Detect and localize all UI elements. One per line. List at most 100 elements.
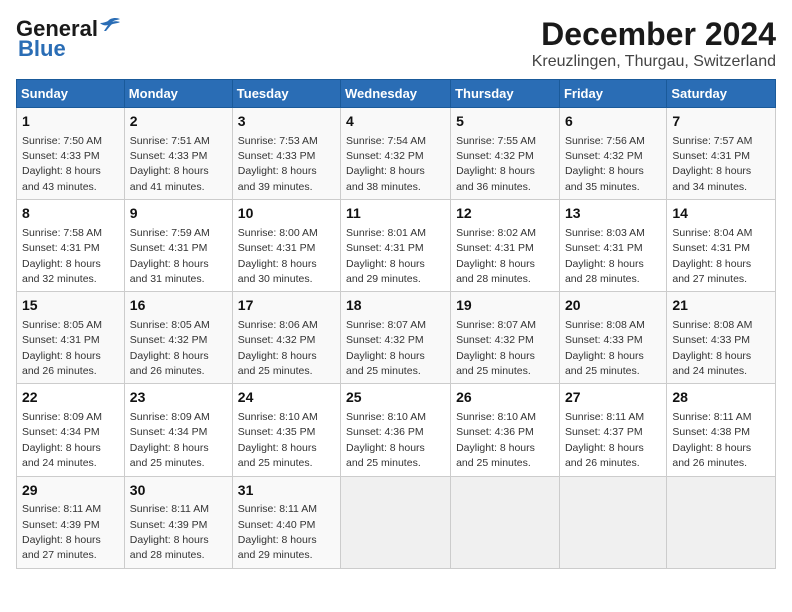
day-detail: Sunrise: 8:06 AM Sunset: 4:32 PM Dayligh… [238,319,318,377]
calendar-cell: 18 Sunrise: 8:07 AM Sunset: 4:32 PM Dayl… [341,292,451,384]
header-wednesday: Wednesday [341,80,451,108]
day-detail: Sunrise: 8:04 AM Sunset: 4:31 PM Dayligh… [672,227,752,285]
calendar-cell: 24 Sunrise: 8:10 AM Sunset: 4:35 PM Dayl… [232,384,340,476]
calendar-cell: 4 Sunrise: 7:54 AM Sunset: 4:32 PM Dayli… [341,108,451,200]
calendar-cell: 30 Sunrise: 8:11 AM Sunset: 4:39 PM Dayl… [124,476,232,568]
calendar-cell: 20 Sunrise: 8:08 AM Sunset: 4:33 PM Dayl… [559,292,666,384]
calendar-cell: 27 Sunrise: 8:11 AM Sunset: 4:37 PM Dayl… [559,384,666,476]
calendar-week-row: 15 Sunrise: 8:05 AM Sunset: 4:31 PM Dayl… [17,292,776,384]
calendar-cell: 5 Sunrise: 7:55 AM Sunset: 4:32 PM Dayli… [451,108,560,200]
day-number: 9 [130,204,227,224]
calendar-week-row: 29 Sunrise: 8:11 AM Sunset: 4:39 PM Dayl… [17,476,776,568]
day-number: 3 [238,112,335,132]
calendar-header-row: SundayMondayTuesdayWednesdayThursdayFrid… [17,80,776,108]
day-number: 14 [672,204,770,224]
day-number: 4 [346,112,445,132]
day-detail: Sunrise: 7:59 AM Sunset: 4:31 PM Dayligh… [130,227,210,285]
day-number: 17 [238,296,335,316]
day-detail: Sunrise: 8:07 AM Sunset: 4:32 PM Dayligh… [346,319,426,377]
logo: General Blue [16,16,122,62]
day-detail: Sunrise: 7:58 AM Sunset: 4:31 PM Dayligh… [22,227,102,285]
calendar-cell: 2 Sunrise: 7:51 AM Sunset: 4:33 PM Dayli… [124,108,232,200]
page-title: December 2024 [532,16,776,53]
day-detail: Sunrise: 8:00 AM Sunset: 4:31 PM Dayligh… [238,227,318,285]
day-number: 1 [22,112,119,132]
day-detail: Sunrise: 8:11 AM Sunset: 4:37 PM Dayligh… [565,411,644,469]
day-number: 7 [672,112,770,132]
day-number: 26 [456,388,554,408]
calendar-cell: 11 Sunrise: 8:01 AM Sunset: 4:31 PM Dayl… [341,200,451,292]
calendar-cell [451,476,560,568]
day-detail: Sunrise: 8:02 AM Sunset: 4:31 PM Dayligh… [456,227,536,285]
calendar-cell: 7 Sunrise: 7:57 AM Sunset: 4:31 PM Dayli… [667,108,776,200]
day-detail: Sunrise: 8:11 AM Sunset: 4:39 PM Dayligh… [130,503,209,561]
day-detail: Sunrise: 7:51 AM Sunset: 4:33 PM Dayligh… [130,135,210,193]
day-detail: Sunrise: 8:07 AM Sunset: 4:32 PM Dayligh… [456,319,536,377]
calendar-cell: 6 Sunrise: 7:56 AM Sunset: 4:32 PM Dayli… [559,108,666,200]
calendar-cell: 10 Sunrise: 8:00 AM Sunset: 4:31 PM Dayl… [232,200,340,292]
day-number: 18 [346,296,445,316]
page-header: General Blue December 2024 Kreuzlingen, … [16,16,776,71]
day-detail: Sunrise: 8:10 AM Sunset: 4:35 PM Dayligh… [238,411,318,469]
day-detail: Sunrise: 7:57 AM Sunset: 4:31 PM Dayligh… [672,135,752,193]
calendar-cell: 21 Sunrise: 8:08 AM Sunset: 4:33 PM Dayl… [667,292,776,384]
title-block: December 2024 Kreuzlingen, Thurgau, Swit… [532,16,776,71]
day-detail: Sunrise: 8:10 AM Sunset: 4:36 PM Dayligh… [456,411,536,469]
day-number: 8 [22,204,119,224]
calendar-cell: 3 Sunrise: 7:53 AM Sunset: 4:33 PM Dayli… [232,108,340,200]
header-monday: Monday [124,80,232,108]
calendar-week-row: 1 Sunrise: 7:50 AM Sunset: 4:33 PM Dayli… [17,108,776,200]
calendar-cell [341,476,451,568]
day-number: 29 [22,481,119,501]
logo-bird-icon [100,17,122,35]
calendar-cell: 28 Sunrise: 8:11 AM Sunset: 4:38 PM Dayl… [667,384,776,476]
header-sunday: Sunday [17,80,125,108]
page-subtitle: Kreuzlingen, Thurgau, Switzerland [532,53,776,71]
day-detail: Sunrise: 8:05 AM Sunset: 4:31 PM Dayligh… [22,319,102,377]
calendar-cell: 23 Sunrise: 8:09 AM Sunset: 4:34 PM Dayl… [124,384,232,476]
calendar-cell: 9 Sunrise: 7:59 AM Sunset: 4:31 PM Dayli… [124,200,232,292]
day-detail: Sunrise: 8:11 AM Sunset: 4:39 PM Dayligh… [22,503,101,561]
day-detail: Sunrise: 7:54 AM Sunset: 4:32 PM Dayligh… [346,135,426,193]
day-detail: Sunrise: 7:50 AM Sunset: 4:33 PM Dayligh… [22,135,102,193]
day-detail: Sunrise: 8:09 AM Sunset: 4:34 PM Dayligh… [22,411,102,469]
day-number: 13 [565,204,661,224]
calendar-cell: 26 Sunrise: 8:10 AM Sunset: 4:36 PM Dayl… [451,384,560,476]
calendar-cell: 16 Sunrise: 8:05 AM Sunset: 4:32 PM Dayl… [124,292,232,384]
day-number: 12 [456,204,554,224]
calendar-cell: 19 Sunrise: 8:07 AM Sunset: 4:32 PM Dayl… [451,292,560,384]
calendar-cell [667,476,776,568]
day-number: 10 [238,204,335,224]
day-number: 11 [346,204,445,224]
day-detail: Sunrise: 7:56 AM Sunset: 4:32 PM Dayligh… [565,135,645,193]
day-detail: Sunrise: 8:11 AM Sunset: 4:40 PM Dayligh… [238,503,317,561]
calendar-week-row: 22 Sunrise: 8:09 AM Sunset: 4:34 PM Dayl… [17,384,776,476]
calendar-cell: 29 Sunrise: 8:11 AM Sunset: 4:39 PM Dayl… [17,476,125,568]
day-detail: Sunrise: 7:55 AM Sunset: 4:32 PM Dayligh… [456,135,536,193]
day-number: 20 [565,296,661,316]
header-thursday: Thursday [451,80,560,108]
day-number: 15 [22,296,119,316]
calendar-cell: 14 Sunrise: 8:04 AM Sunset: 4:31 PM Dayl… [667,200,776,292]
day-number: 5 [456,112,554,132]
calendar-cell: 1 Sunrise: 7:50 AM Sunset: 4:33 PM Dayli… [17,108,125,200]
day-number: 28 [672,388,770,408]
calendar-cell [559,476,666,568]
day-number: 24 [238,388,335,408]
calendar-week-row: 8 Sunrise: 7:58 AM Sunset: 4:31 PM Dayli… [17,200,776,292]
header-tuesday: Tuesday [232,80,340,108]
day-number: 16 [130,296,227,316]
day-number: 6 [565,112,661,132]
day-number: 19 [456,296,554,316]
calendar-cell: 31 Sunrise: 8:11 AM Sunset: 4:40 PM Dayl… [232,476,340,568]
calendar-table: SundayMondayTuesdayWednesdayThursdayFrid… [16,79,776,569]
day-detail: Sunrise: 8:03 AM Sunset: 4:31 PM Dayligh… [565,227,645,285]
header-friday: Friday [559,80,666,108]
day-detail: Sunrise: 7:53 AM Sunset: 4:33 PM Dayligh… [238,135,318,193]
day-detail: Sunrise: 8:01 AM Sunset: 4:31 PM Dayligh… [346,227,426,285]
calendar-cell: 25 Sunrise: 8:10 AM Sunset: 4:36 PM Dayl… [341,384,451,476]
calendar-cell: 13 Sunrise: 8:03 AM Sunset: 4:31 PM Dayl… [559,200,666,292]
calendar-cell: 15 Sunrise: 8:05 AM Sunset: 4:31 PM Dayl… [17,292,125,384]
calendar-cell: 22 Sunrise: 8:09 AM Sunset: 4:34 PM Dayl… [17,384,125,476]
day-number: 22 [22,388,119,408]
